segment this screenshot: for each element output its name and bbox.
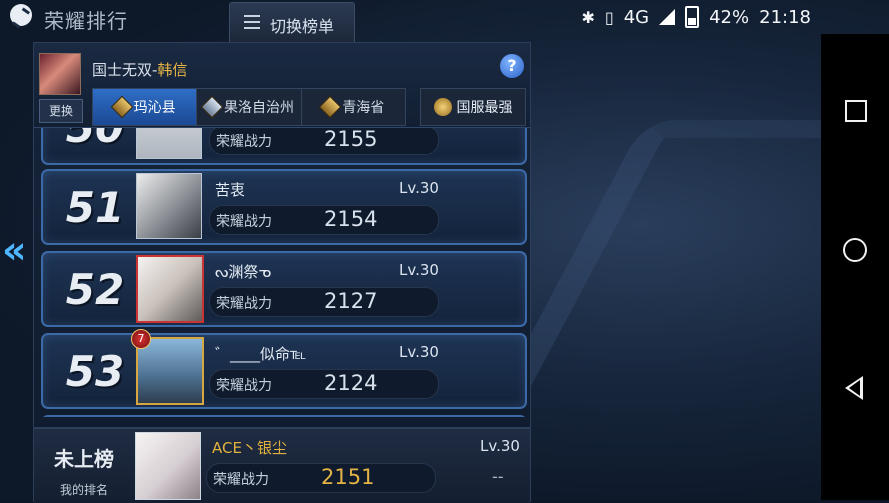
help-icon[interactable]: ? — [500, 54, 524, 78]
power-label: 荣耀战力 — [216, 296, 272, 312]
switch-list-button[interactable]: 切换榜单 — [229, 2, 355, 44]
my-rank-status: 未上榜 — [54, 447, 114, 471]
hero-title: 国士无双-韩信 — [92, 59, 187, 80]
top-bar: 荣耀排行 切换榜单 ✱ ▯ 4G 42% 21:18 — [0, 0, 889, 44]
signal-icon — [659, 9, 676, 25]
rank-emblem-icon — [318, 95, 342, 119]
power-box: 荣耀战力 2124 — [209, 369, 439, 399]
app-logo-icon[interactable] — [10, 4, 32, 26]
rank-number: 51 — [65, 183, 125, 232]
power-label: 荣耀战力 — [213, 472, 269, 488]
power-value: 2151 — [321, 465, 375, 489]
player-name: 苦衷 — [215, 181, 246, 199]
tab-county[interactable]: 玛沁县 — [93, 89, 198, 125]
my-rank-bar[interactable]: 未上榜 我的排名 ACE丶银尘 Lv.30 荣耀战力 2151 -- — [34, 427, 530, 503]
player-name: ゛____似命℡ — [215, 345, 307, 363]
hero-epithet: 国士无双- — [92, 61, 158, 79]
rank-row[interactable] — [41, 415, 527, 417]
hero-name: 韩信 — [157, 61, 188, 79]
player-level: Lv.30 — [399, 343, 439, 361]
rank-emblem-icon — [200, 95, 224, 119]
my-avatar[interactable] — [135, 432, 201, 500]
rank-trend: -- — [492, 467, 504, 486]
battery-level: 42% — [709, 6, 750, 28]
power-box: 荣耀战力 2127 — [209, 287, 439, 317]
tab-prefecture[interactable]: 果洛自治州 — [197, 89, 302, 125]
power-box: 荣耀战力 2155 — [209, 127, 439, 155]
my-name: ACE丶银尘 — [212, 439, 287, 457]
android-nav-bar — [821, 34, 889, 500]
my-rank-caption: 我的排名 — [59, 483, 108, 497]
power-value: 2154 — [324, 207, 378, 231]
national-label: 国服最强 — [456, 100, 513, 116]
change-hero-button[interactable]: 更换 — [39, 99, 83, 123]
list-icon — [244, 15, 260, 29]
my-level: Lv.30 — [480, 437, 520, 455]
power-label: 荣耀战力 — [216, 378, 272, 394]
player-level: Lv.30 — [399, 179, 439, 197]
battery-icon — [685, 6, 700, 28]
region-tabs: 玛沁县 果洛自治州 青海省 — [92, 88, 406, 126]
power-value: 2155 — [324, 127, 378, 151]
rank-number: 52 — [65, 265, 125, 314]
crown-icon — [433, 98, 452, 116]
power-value: 2124 — [324, 371, 378, 395]
power-label: 荣耀战力 — [216, 214, 272, 230]
ranking-panel: 更换 国士无双-韩信 ? 玛沁县 果洛自治州 青海省 国服最强 50 荣耀战力 … — [33, 42, 531, 503]
rank-row[interactable]: 53 7 ゛____似命℡ Lv.30 荣耀战力 2124 — [41, 329, 527, 409]
player-level: Lv.30 — [399, 261, 439, 279]
network-type: 4G — [623, 6, 650, 28]
rank-emblem-icon — [110, 95, 133, 119]
back-icon[interactable] — [845, 376, 863, 400]
rank-number: 53 — [65, 347, 125, 396]
vibrate-icon: ▯ — [604, 7, 614, 27]
ranking-list[interactable]: 50 荣耀战力 2155 51 苦衷 Lv.30 荣耀战力 2154 52 ᔓ渊… — [34, 127, 530, 417]
power-label: 荣耀战力 — [216, 134, 272, 150]
rank-number: 50 — [65, 127, 125, 152]
tab-label: 青海省 — [342, 100, 385, 116]
national-best-button[interactable]: 国服最强 — [420, 88, 526, 126]
back-chevron-icon[interactable]: « — [2, 230, 28, 270]
player-avatar[interactable] — [136, 127, 202, 159]
rank-row[interactable]: 52 ᔓ渊祭ᓀ Lv.30 荣耀战力 2127 — [41, 251, 527, 327]
power-value: 2127 — [324, 289, 378, 313]
player-avatar[interactable] — [136, 173, 202, 239]
bluetooth-icon: ✱ — [581, 7, 595, 27]
system-status: ✱ ▯ 4G 42% 21:18 — [581, 6, 811, 28]
tab-label: 果洛自治州 — [223, 100, 294, 116]
player-avatar[interactable] — [136, 255, 204, 323]
home-icon[interactable] — [843, 238, 867, 262]
vip-badge: 7 — [131, 329, 151, 349]
my-power-box: 荣耀战力 2151 — [206, 463, 436, 493]
rank-row[interactable]: 50 荣耀战力 2155 — [41, 127, 527, 165]
rank-row[interactable]: 51 苦衷 Lv.30 荣耀战力 2154 — [41, 169, 527, 245]
page-title: 荣耀排行 — [44, 9, 128, 33]
ranking-header: 更换 国士无双-韩信 ? 玛沁县 果洛自治州 青海省 国服最强 — [34, 43, 530, 128]
power-box: 荣耀战力 2154 — [209, 205, 439, 235]
switch-list-label: 切换榜单 — [270, 17, 335, 36]
tab-province[interactable]: 青海省 — [302, 89, 405, 125]
recent-apps-icon[interactable] — [845, 100, 867, 122]
tab-label: 玛沁县 — [133, 100, 176, 116]
hero-avatar — [39, 53, 81, 95]
clock: 21:18 — [759, 6, 811, 28]
player-name: ᔓ渊祭ᓀ — [215, 263, 272, 281]
